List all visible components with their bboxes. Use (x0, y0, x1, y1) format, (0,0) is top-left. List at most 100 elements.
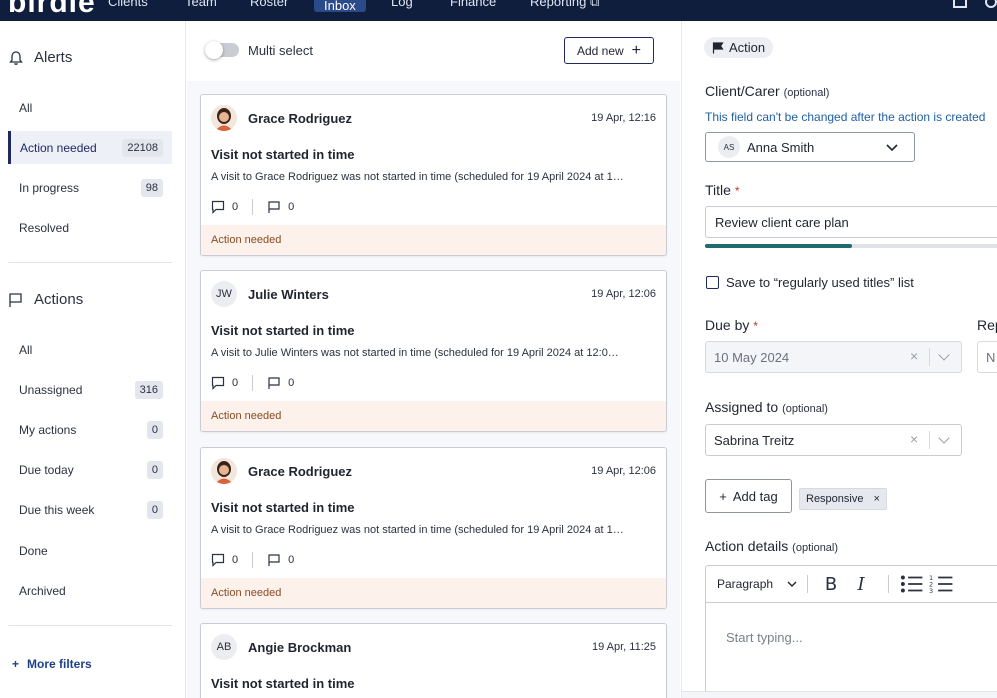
toolbar-divider (888, 575, 890, 593)
chevron-down-icon (886, 144, 898, 152)
paragraph-style-select[interactable]: Paragraph (717, 577, 797, 591)
top-navigation: birdie Clients Team Roster Inbox Log Fin… (0, 0, 997, 21)
sidebar-item-label: Done (19, 543, 48, 558)
add-tag-button[interactable]: + Add tag (705, 479, 792, 513)
sidebar-item-label: All (19, 342, 33, 357)
plus-icon: + (719, 488, 727, 504)
alert-card[interactable]: Grace Rodriguez 19 Apr, 12:16 Visit not … (200, 94, 667, 256)
comment-icon (211, 200, 225, 214)
add-new-label: Add new (576, 43, 624, 58)
multi-select-toggle[interactable] (205, 41, 239, 59)
sidebar-item-alerts-all[interactable]: All (8, 91, 172, 124)
sidebar-item-done[interactable]: Done (8, 534, 172, 567)
filter-sidebar: Alerts All Action needed 22108 In progres… (0, 21, 186, 698)
italic-icon[interactable]: I (848, 571, 874, 597)
nav-finance[interactable]: Finance (450, 0, 496, 9)
alerts-header-label: Alerts (34, 49, 73, 66)
title-input[interactable]: Review client care plan (705, 206, 997, 238)
card-timestamp: 19 Apr, 12:16 (591, 112, 656, 124)
repeat-label: Rep (977, 317, 997, 333)
client-avatar (211, 105, 237, 131)
alert-card[interactable]: Grace Rodriguez 19 Apr, 12:06 Visit not … (200, 447, 667, 609)
bell-icon (9, 50, 23, 65)
editor-placeholder: Start typing... (726, 630, 803, 645)
client-name: Grace Rodriguez (248, 464, 353, 479)
sidebar-item-archived[interactable]: Archived (8, 574, 172, 607)
flag-count: 0 (288, 201, 295, 213)
alert-card[interactable]: AB Angie Brockman 19 Apr, 11:25 Visit no… (200, 623, 667, 698)
client-select-value: Anna Smith (747, 139, 815, 155)
count-badge: 22108 (122, 138, 163, 157)
comment-icon (211, 553, 225, 567)
clear-icon[interactable]: × (910, 348, 918, 364)
client-label-text: Client/Carer (705, 83, 780, 99)
paragraph-style-label: Paragraph (717, 577, 774, 591)
nav-clients[interactable]: Clients (108, 0, 148, 9)
nav-inbox[interactable]: Inbox (314, 0, 366, 13)
card-title: Visit not started in time (211, 147, 355, 162)
add-new-button[interactable]: Add new + (564, 37, 654, 64)
birdie-logo[interactable]: birdie (8, 0, 96, 20)
due-by-label: Due by * (705, 317, 758, 333)
clear-icon[interactable]: × (910, 431, 918, 447)
flag-icon (268, 554, 280, 566)
sidebar-item-unassigned[interactable]: Unassigned 316 (8, 373, 172, 406)
card-title: Visit not started in time (211, 676, 355, 691)
card-title: Visit not started in time (211, 323, 355, 338)
card-meta: 0 0 (211, 199, 294, 215)
action-pill-label: Action (729, 40, 766, 55)
client-name: Julie Winters (248, 287, 329, 302)
nav-reporting[interactable]: Reporting ⧉ (530, 0, 599, 10)
sidebar-item-action-needed[interactable]: Action needed 22108 (8, 131, 172, 164)
comment-icon (211, 376, 225, 390)
remove-tag-icon[interactable]: × (873, 493, 879, 505)
editor-toolbar: Paragraph B I 123 (706, 566, 997, 603)
nav-roster[interactable]: Roster (250, 0, 288, 9)
bullet-list-icon[interactable] (899, 571, 925, 597)
nav-log[interactable]: Log (391, 0, 413, 9)
sidebar-item-due-today[interactable]: Due today 0 (8, 453, 172, 486)
client-select[interactable]: AS Anna Smith (705, 132, 915, 162)
numbered-list-icon[interactable]: 123 (929, 571, 955, 597)
assigned-to-select[interactable]: Sabrina Treitz (705, 424, 962, 456)
client-name: Angie Brockman (248, 640, 352, 655)
optional-tag: (optional) (783, 87, 830, 99)
required-asterisk: * (753, 319, 758, 333)
sidebar-item-actions-all[interactable]: All (8, 333, 172, 366)
user-menu-icon[interactable] (985, 0, 997, 8)
sidebar-item-label: Action needed (20, 140, 97, 155)
sidebar-item-due-this-week[interactable]: Due this week 0 (8, 493, 172, 526)
person-photo-icon (211, 458, 237, 484)
flag-icon (712, 41, 724, 53)
card-timestamp: 19 Apr, 12:06 (591, 465, 656, 477)
client-name: Grace Rodriguez (248, 111, 353, 126)
inbox-tray-icon[interactable] (953, 0, 967, 8)
repeat-select[interactable]: N (977, 341, 997, 373)
sidebar-divider (8, 262, 172, 263)
title-label-text: Title (705, 182, 731, 198)
save-title-checkbox[interactable] (706, 276, 719, 289)
count-badge: 98 (140, 178, 163, 197)
meta-divider (252, 199, 254, 215)
more-filters-button[interactable]: + More filters (12, 657, 92, 671)
flag-icon (268, 201, 280, 213)
nav-team[interactable]: Team (185, 0, 217, 9)
comment-count: 0 (232, 201, 239, 213)
due-date-field[interactable]: 10 May 2024 (705, 341, 962, 373)
status-badge: Action needed (201, 401, 666, 431)
alert-card[interactable]: JW Julie Winters 19 Apr, 12:06 Visit not… (200, 270, 667, 432)
card-title: Visit not started in time (211, 500, 355, 515)
list-toolbar: Multi select Add new + (187, 21, 680, 81)
sidebar-item-resolved[interactable]: Resolved (8, 211, 172, 244)
client-initials-avatar: AS (718, 136, 740, 158)
action-type-pill: Action (704, 37, 774, 58)
sidebar-item-my-actions[interactable]: My actions 0 (8, 413, 172, 446)
bold-icon[interactable]: B (818, 571, 844, 597)
assigned-label-text: Assigned to (705, 399, 779, 415)
flag-count: 0 (288, 377, 295, 389)
sidebar-item-in-progress[interactable]: In progress 98 (8, 171, 172, 204)
required-asterisk: * (734, 184, 740, 198)
due-by-label-text: Due by (705, 317, 750, 333)
action-details-editor[interactable]: Paragraph B I 123 Start typing... (705, 565, 997, 698)
status-badge: Action needed (201, 578, 666, 608)
